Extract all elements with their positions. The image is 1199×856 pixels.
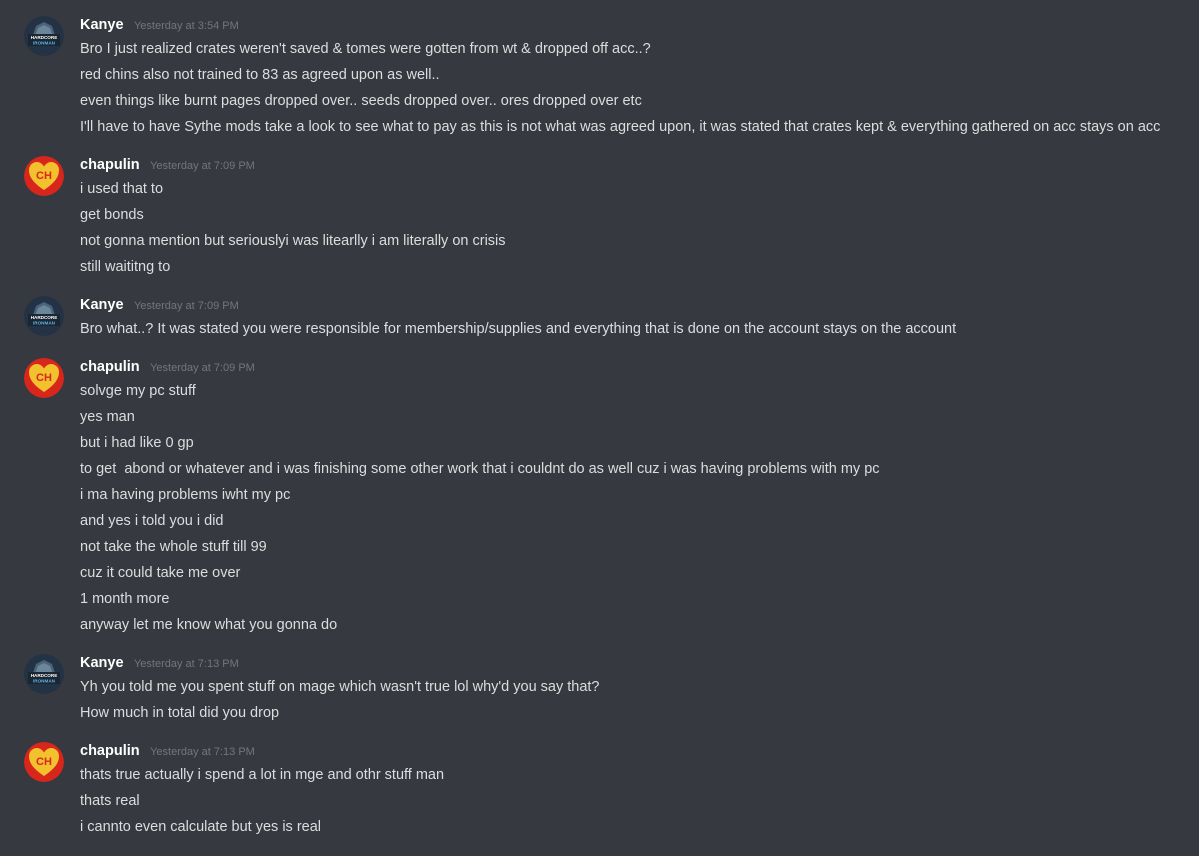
avatar-chapulin[interactable]: CH [24,742,64,782]
message-line: i cannto even calculate but yes is real [80,819,321,835]
message-line: thats true actually i spend a lot in mge… [80,767,445,783]
avatar-text-top: HARDCORE [31,315,58,320]
message-group: CH chapulin Yesterday at 7:09 PM solvge … [0,356,1199,638]
avatar-kanye[interactable]: HARDCORE IRONMAN [24,16,64,56]
message-line: and yes i told you i did [80,513,224,529]
message-group: HARDCORE IRONMAN Kanye Yesterday at 7:13… [0,652,1199,726]
username[interactable]: chapulin [80,359,140,375]
message-header: Kanye Yesterday at 3:54 PM [80,14,1199,36]
message-line: solvge my pc stuff [80,383,196,399]
username[interactable]: chapulin [80,743,140,759]
message-header: Kanye Yesterday at 7:09 PM [80,294,1199,316]
hardcore-ironman-helmet-icon: HARDCORE IRONMAN [24,16,64,56]
avatar-text: CH [36,170,52,182]
message-line: get bonds [80,207,144,223]
hardcore-ironman-helmet-icon: HARDCORE IRONMAN [24,654,64,694]
avatar-chapulin[interactable]: CH [24,156,64,196]
username[interactable]: Kanye [80,655,124,671]
message-line: Yh you told me you spent stuff on mage w… [80,679,600,695]
timestamp: Yesterday at 7:13 PM [133,658,239,670]
message-group: CH chapulin Yesterday at 7:13 PM thats t… [0,740,1199,840]
message-line: Bro what..? It was stated you were respo… [80,321,957,337]
avatar-chapulin[interactable]: CH [24,358,64,398]
timestamp: Yesterday at 7:09 PM [150,160,255,172]
message-header: Kanye Yesterday at 7:13 PM [80,652,1199,674]
avatar-text-top: HARDCORE [31,673,58,678]
avatar-text-top: HARDCORE [31,35,58,40]
red-heart-ch-icon: CH [24,358,64,398]
message-group: HARDCORE IRONMAN Kanye Yesterday at 3:54… [0,14,1199,140]
message-line: to get abond or whatever and i was finis… [80,461,880,477]
timestamp: Yesterday at 7:09 PM [150,362,255,374]
avatar-kanye[interactable]: HARDCORE IRONMAN [24,296,64,336]
red-heart-ch-icon: CH [24,156,64,196]
message-line: not take the whole stuff till 99 [80,539,267,555]
message-group: HARDCORE IRONMAN Kanye Yesterday at 7:09… [0,294,1199,342]
message-line: cuz it could take me over [80,565,241,581]
message-header: chapulin Yesterday at 7:09 PM [80,356,1199,378]
hardcore-ironman-helmet-icon: HARDCORE IRONMAN [24,296,64,336]
message-line: still waititng to [80,259,171,275]
message-line: thats real [80,793,140,809]
message-line: 1 month more [80,591,170,607]
avatar-text-bottom: IRONMAN [33,679,56,684]
message-line: I'll have to have Sythe mods take a look… [80,119,1161,135]
message-line: even things like burnt pages dropped ove… [80,93,642,109]
avatar-text-bottom: IRONMAN [33,41,56,46]
username[interactable]: chapulin [80,157,140,173]
avatar-text: CH [36,756,52,768]
message-line: yes man [80,409,135,425]
username[interactable]: Kanye [80,17,124,33]
timestamp: Yesterday at 7:09 PM [133,300,239,312]
red-heart-ch-icon: CH [24,742,64,782]
message-line: red chins also not trained to 83 as agre… [80,67,440,83]
timestamp: Yesterday at 3:54 PM [133,20,239,32]
message-line: but i had like 0 gp [80,435,194,451]
username[interactable]: Kanye [80,297,124,313]
message-header: chapulin Yesterday at 7:09 PM [80,154,1199,176]
message-header: chapulin Yesterday at 7:13 PM [80,740,1199,762]
message-line: i used that to [80,181,164,197]
message-line: How much in total did you drop [80,705,280,721]
message-line: not gonna mention but seriouslyi was lit… [80,233,506,249]
message-line: anyway let me know what you gonna do [80,617,338,633]
avatar-kanye[interactable]: HARDCORE IRONMAN [24,654,64,694]
message-line: Bro I just realized crates weren't saved… [80,41,651,57]
timestamp: Yesterday at 7:13 PM [150,746,255,758]
message-group: CH chapulin Yesterday at 7:09 PM i used … [0,154,1199,280]
avatar-text-bottom: IRONMAN [33,321,56,326]
avatar-text: CH [36,372,52,384]
message-line: i ma having problems iwht my pc [80,487,291,503]
chat-messages: HARDCORE IRONMAN Kanye Yesterday at 3:54… [0,0,1199,856]
